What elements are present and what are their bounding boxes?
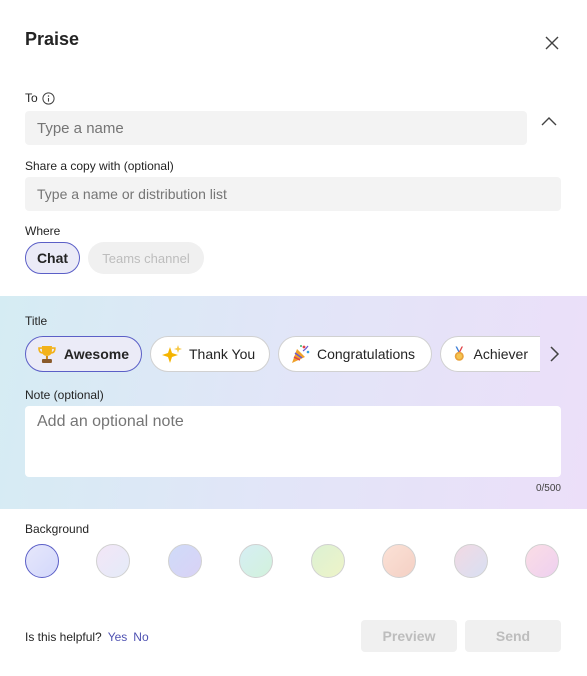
- badge-awesome[interactable]: Awesome: [25, 336, 142, 372]
- background-swatch-6[interactable]: [382, 544, 416, 578]
- background-swatch-1[interactable]: [25, 544, 59, 578]
- note-label: Note (optional): [25, 388, 104, 402]
- feedback-row: Is this helpful? Yes No: [25, 630, 149, 644]
- medal-icon: [454, 346, 464, 361]
- to-label-row: To: [25, 91, 55, 105]
- close-button[interactable]: [542, 33, 562, 53]
- title-note-panel: [0, 296, 587, 509]
- badges-next-button[interactable]: [544, 344, 564, 364]
- where-chat-option[interactable]: Chat: [25, 242, 80, 274]
- share-input[interactable]: [25, 177, 561, 211]
- background-swatch-8[interactable]: [525, 544, 559, 578]
- background-swatch-5[interactable]: [311, 544, 345, 578]
- chevron-up-icon: [541, 117, 557, 126]
- background-swatch-2[interactable]: [96, 544, 130, 578]
- helpful-question: Is this helpful?: [25, 630, 102, 644]
- share-label: Share a copy with (optional): [25, 159, 174, 173]
- badge-label: Achiever: [473, 346, 528, 362]
- info-icon[interactable]: [42, 91, 55, 105]
- send-button[interactable]: Send: [465, 620, 561, 652]
- where-teams-channel-option[interactable]: Teams channel: [88, 242, 204, 274]
- feedback-no-link[interactable]: No: [133, 630, 148, 644]
- feedback-yes-link[interactable]: Yes: [108, 630, 128, 644]
- chevron-right-icon: [550, 346, 560, 362]
- trophy-icon: [38, 346, 56, 363]
- where-label: Where: [25, 224, 61, 238]
- background-swatch-7[interactable]: [454, 544, 488, 578]
- background-swatch-3[interactable]: [168, 544, 202, 578]
- note-char-counter: 0/500: [535, 483, 561, 494]
- close-icon: [545, 36, 559, 50]
- background-label: Background: [25, 522, 90, 536]
- badge-label: Congratulations: [317, 346, 416, 362]
- note-textarea[interactable]: [25, 406, 561, 477]
- dialog-title: Praise: [25, 29, 80, 49]
- badge-label: Awesome: [63, 346, 129, 362]
- sparkles-icon: [162, 345, 182, 363]
- collapse-button[interactable]: [539, 112, 559, 132]
- to-input[interactable]: [25, 111, 527, 145]
- party-popper-icon: [292, 345, 310, 363]
- title-label: Title: [25, 314, 48, 328]
- to-label: To: [25, 91, 38, 105]
- badge-achiever[interactable]: Achiever: [440, 336, 540, 372]
- badge-label: Thank You: [189, 346, 256, 362]
- background-swatch-4[interactable]: [239, 544, 273, 578]
- preview-button[interactable]: Preview: [361, 620, 457, 652]
- badge-thank-you[interactable]: Thank You: [150, 336, 270, 372]
- badge-congratulations[interactable]: Congratulations: [278, 336, 432, 372]
